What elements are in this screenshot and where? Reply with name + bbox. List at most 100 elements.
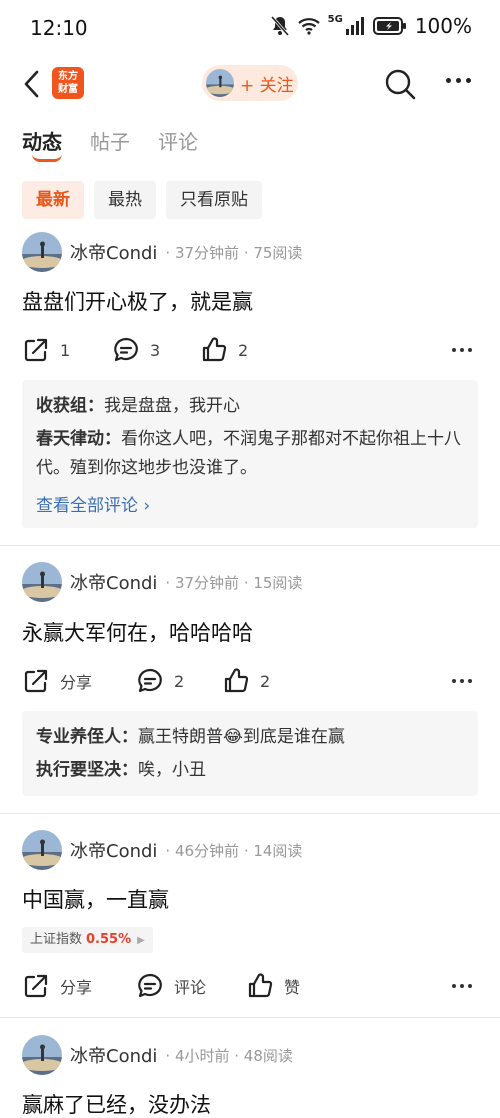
battery-percent: 100% [414, 14, 472, 38]
share-label: 分享 [60, 673, 93, 692]
share-button[interactable]: 分享 [22, 970, 92, 1002]
like-button[interactable]: 赞 [246, 970, 300, 1002]
status-time: 12:10 [30, 16, 88, 40]
tab-comments[interactable]: 评论 [158, 126, 198, 155]
logo-line2: 财富 [58, 84, 78, 95]
search-icon[interactable] [383, 67, 417, 101]
post-actions: 分享 2 2 [22, 665, 478, 697]
post-author-row[interactable]: 冰帝Condi · 37分钟前 · 75阅读 [22, 232, 302, 272]
post-meta: · 4小时前 · 48阅读 [165, 1046, 293, 1065]
share-button[interactable]: 1 [22, 334, 70, 366]
share-button[interactable]: 分享 [22, 665, 92, 697]
comment-label: 评论 [174, 978, 207, 997]
wifi-icon [297, 18, 320, 35]
tab-dynamics[interactable]: 动态 [22, 126, 62, 162]
thumbs-up-icon [202, 337, 227, 362]
app-logo: 东方 财富 [52, 67, 84, 99]
thumbs-up-icon [224, 668, 249, 693]
post-title[interactable]: 盘盘们开心极了，就是赢 [22, 286, 253, 316]
thumbs-up-icon [248, 973, 273, 998]
comment-author[interactable]: 执行要坚决： [36, 760, 138, 780]
comment-item: 执行要坚决：唉，小丑 [36, 756, 464, 785]
follow-button[interactable]: + 关注 [202, 65, 298, 101]
comment-author[interactable]: 春天律动： [36, 429, 121, 449]
share-icon [24, 669, 48, 693]
network-label: 5G [327, 13, 343, 25]
tab-active-indicator [32, 154, 62, 162]
post-author-row[interactable]: 冰帝Condi · 4小时前 · 48阅读 [22, 1035, 293, 1075]
like-button[interactable]: 2 [200, 334, 248, 366]
play-arrow-icon: ▶ [137, 935, 145, 946]
like-count: 2 [238, 340, 249, 360]
see-all-comments-link[interactable]: 查看全部评论 › [36, 491, 464, 516]
post-meta: · 46分钟前 · 14阅读 [165, 841, 303, 860]
author-name[interactable]: 冰帝Condi [70, 1042, 157, 1068]
comment-preview[interactable]: 专业养侄人：赢王特朗普😂到底是谁在赢 执行要坚决：唉，小丑 [22, 711, 478, 796]
comment-button[interactable]: 3 [112, 334, 160, 366]
comment-item: 专业养侄人：赢王特朗普😂到底是谁在赢 [36, 723, 464, 752]
post-author-row[interactable]: 冰帝Condi · 37分钟前 · 15阅读 [22, 562, 302, 602]
post-divider [0, 545, 500, 546]
filter-latest[interactable]: 最新 [22, 181, 84, 219]
author-name[interactable]: 冰帝Condi [70, 569, 157, 595]
comment-count: 2 [174, 671, 185, 691]
post-divider [0, 1017, 500, 1018]
filter-original-only[interactable]: 只看原贴 [166, 181, 262, 219]
comment-text: 唉，小丑 [138, 760, 206, 780]
share-icon [24, 974, 48, 998]
stock-name: 上证指数 [30, 932, 83, 947]
post-title[interactable]: 赢麻了已经，没办法 [22, 1089, 211, 1118]
post-more-icon[interactable] [452, 679, 472, 683]
comment-button[interactable]: 2 [136, 665, 184, 697]
author-name[interactable]: 冰帝Condi [70, 837, 157, 863]
status-bar: 12:10 5G 100% [0, 0, 500, 58]
share-label: 分享 [60, 978, 93, 997]
signal-icon [345, 17, 364, 35]
post-actions: 1 3 2 [22, 334, 478, 366]
post-more-icon[interactable] [452, 348, 472, 352]
status-icons: 5G 100% [270, 14, 472, 38]
follow-label: + 关注 [240, 75, 294, 96]
post-title[interactable]: 中国赢，一直赢 [22, 884, 169, 914]
tab-posts[interactable]: 帖子 [90, 126, 130, 155]
comment-author[interactable]: 专业养侄人： [36, 727, 138, 747]
comment-preview[interactable]: 收获组：我是盘盘，我开心 春天律动：看你这人吧，不润鬼子那都对不起你祖上十八代。… [22, 380, 478, 528]
comment-author[interactable]: 收获组： [36, 396, 104, 416]
avatar[interactable] [22, 830, 62, 870]
filter-hottest[interactable]: 最热 [94, 181, 156, 219]
avatar[interactable] [22, 562, 62, 602]
post-divider [0, 813, 500, 814]
comment-text: 赢王特朗普😂到底是谁在赢 [138, 727, 345, 747]
author-name[interactable]: 冰帝Condi [70, 239, 157, 265]
tab-label: 帖子 [90, 130, 130, 154]
post-meta: · 37分钟前 · 15阅读 [165, 573, 303, 592]
post-author-row[interactable]: 冰帝Condi · 46分钟前 · 14阅读 [22, 830, 302, 870]
more-options-icon[interactable] [446, 78, 471, 83]
tab-label: 动态 [22, 130, 62, 154]
back-arrow-icon[interactable] [18, 66, 48, 102]
tab-label: 评论 [158, 130, 198, 154]
comment-button[interactable]: 评论 [136, 970, 206, 1002]
post-meta: · 37分钟前 · 75阅读 [165, 243, 303, 262]
filter-bar: 最新 最热 只看原贴 [22, 181, 262, 219]
battery-icon [372, 17, 406, 35]
comment-item: 收获组：我是盘盘，我开心 [36, 392, 464, 421]
nav-bar: 东方 财富 + 关注 [0, 58, 500, 110]
post-more-icon[interactable] [452, 984, 472, 988]
logo-line1: 东方 [58, 71, 78, 82]
stock-tag[interactable]: 上证指数 0.55% ▶ [22, 927, 153, 953]
like-button[interactable]: 2 [222, 665, 270, 697]
comment-icon [138, 973, 162, 998]
mute-bell-icon [270, 16, 289, 36]
post-actions: 分享 评论 赞 [22, 970, 478, 1002]
post-title[interactable]: 永赢大军何在，哈哈哈哈 [22, 617, 253, 647]
follow-avatar [206, 69, 234, 97]
comment-text: 我是盘盘，我开心 [104, 396, 240, 416]
avatar[interactable] [22, 232, 62, 272]
comment-icon [138, 668, 162, 693]
share-count: 1 [60, 340, 71, 360]
like-label: 赞 [284, 978, 301, 997]
comment-icon [114, 337, 138, 362]
comment-count: 3 [150, 340, 161, 360]
avatar[interactable] [22, 1035, 62, 1075]
